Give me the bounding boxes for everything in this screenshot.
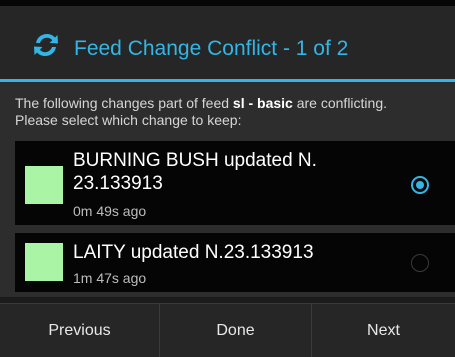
dialog-header: Feed Change Conflict - 1 of 2 <box>0 6 455 79</box>
feed-name: sl - basic <box>232 95 293 111</box>
change-option-1[interactable]: BURNING BUSH updated N. 23.133913 0m 49s… <box>15 141 455 225</box>
button-bar: Previous Done Next <box>0 303 455 357</box>
change-title: LAITY updated N.23.133913 <box>73 242 314 263</box>
message-prefix: The following changes part of feed <box>15 95 233 111</box>
message-suffix: are conflicting. <box>292 95 388 111</box>
previous-button[interactable]: Previous <box>0 304 159 357</box>
change-time: 0m 49s ago <box>73 203 147 219</box>
radio-button-selected[interactable] <box>411 176 429 194</box>
sync-arrows-icon <box>34 34 58 56</box>
color-swatch <box>25 243 63 281</box>
dialog-title: Feed Change Conflict - 1 of 2 <box>74 37 349 60</box>
conflict-message: The following changes part of feed sl - … <box>15 95 455 129</box>
next-button[interactable]: Next <box>312 304 455 357</box>
change-time: 1m 47s ago <box>73 270 147 286</box>
change-title: BURNING BUSH updated N. 23.133913 <box>73 150 317 194</box>
color-swatch <box>25 166 63 204</box>
message-instruction: Please select which change to keep: <box>15 112 242 128</box>
done-button[interactable]: Done <box>160 304 311 357</box>
radio-button-unselected[interactable] <box>411 254 429 272</box>
feed-conflict-dialog: Feed Change Conflict - 1 of 2 The follow… <box>0 0 455 357</box>
change-option-2[interactable]: LAITY updated N.23.133913 1m 47s ago <box>15 233 455 292</box>
